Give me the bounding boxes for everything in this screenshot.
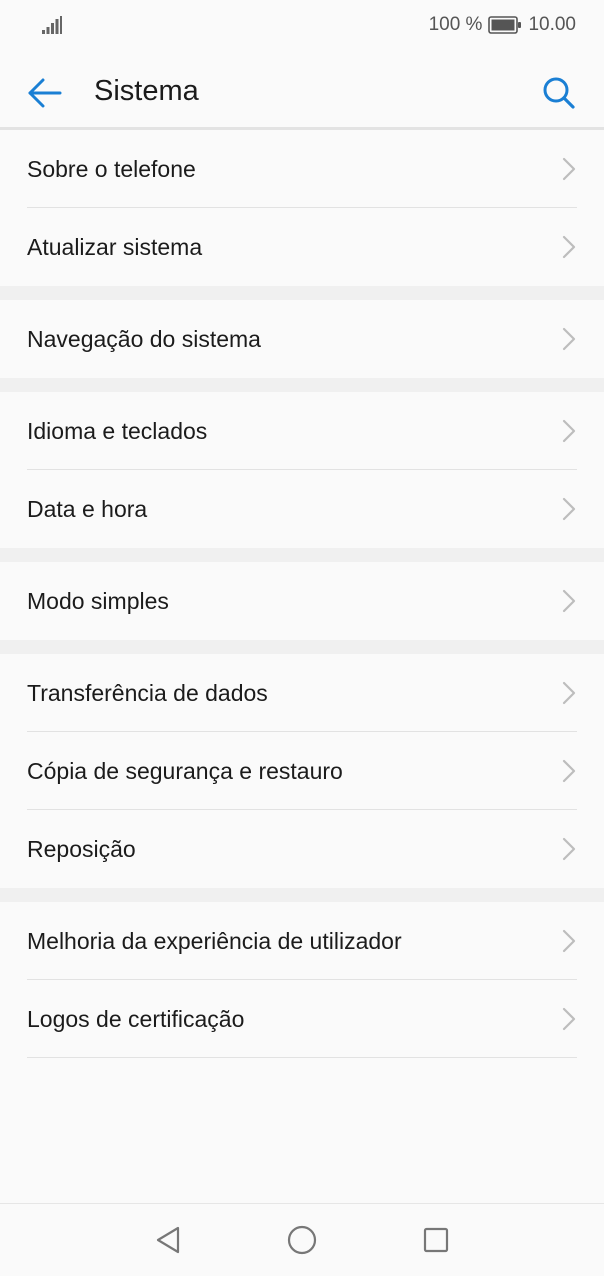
chevron-right-icon bbox=[562, 1007, 576, 1031]
chevron-right-icon bbox=[562, 929, 576, 953]
app-bar: Sistema bbox=[0, 56, 604, 128]
settings-group-2: Navegação do sistema bbox=[0, 300, 604, 378]
settings-list: Sobre o telefone Atualizar sistema Naveg… bbox=[0, 130, 604, 1058]
status-bar: 100 % 10.00 bbox=[0, 0, 604, 52]
chevron-right-icon bbox=[562, 497, 576, 521]
settings-group-5: Transferência de dados Cópia de seguranç… bbox=[0, 654, 604, 888]
arrow-left-icon bbox=[28, 78, 62, 108]
chevron-right-icon bbox=[562, 235, 576, 259]
back-triangle-icon bbox=[156, 1226, 180, 1254]
nav-home-button[interactable] bbox=[284, 1222, 320, 1258]
settings-group-4: Modo simples bbox=[0, 562, 604, 640]
status-time: 10.00 bbox=[528, 14, 576, 35]
group-gap bbox=[0, 378, 604, 392]
item-label: Idioma e teclados bbox=[27, 417, 208, 444]
group-gap bbox=[0, 548, 604, 562]
recents-square-icon bbox=[423, 1227, 449, 1253]
nav-bar bbox=[0, 1204, 604, 1276]
chevron-right-icon bbox=[562, 157, 576, 181]
item-label: Sobre o telefone bbox=[27, 155, 196, 182]
item-label: Atualizar sistema bbox=[27, 233, 203, 260]
search-icon bbox=[543, 77, 575, 109]
chevron-right-icon bbox=[562, 589, 576, 613]
status-right: 100 % 10.00 bbox=[429, 14, 576, 36]
item-navegacao-do-sistema[interactable]: Navegação do sistema bbox=[0, 300, 604, 378]
nav-back-button[interactable] bbox=[150, 1222, 186, 1258]
group-gap bbox=[0, 286, 604, 300]
item-atualizar-sistema[interactable]: Atualizar sistema bbox=[0, 208, 604, 286]
chevron-right-icon bbox=[562, 419, 576, 443]
item-label: Transferência de dados bbox=[27, 679, 268, 706]
chevron-right-icon bbox=[562, 837, 576, 861]
item-idioma-e-teclados[interactable]: Idioma e teclados bbox=[0, 392, 604, 470]
settings-group-1: Sobre o telefone Atualizar sistema bbox=[0, 130, 604, 286]
item-reposicao[interactable]: Reposição bbox=[0, 810, 604, 888]
chevron-right-icon bbox=[562, 759, 576, 783]
chevron-right-icon bbox=[562, 681, 576, 705]
settings-group-3: Idioma e teclados Data e hora bbox=[0, 392, 604, 548]
item-label: Data e hora bbox=[27, 495, 148, 522]
item-data-e-hora[interactable]: Data e hora bbox=[0, 470, 604, 548]
item-melhoria-da-experiencia[interactable]: Melhoria da experiência de utilizador bbox=[0, 902, 604, 980]
item-copia-de-seguranca-e-restauro[interactable]: Cópia de segurança e restauro bbox=[0, 732, 604, 810]
settings-group-6: Melhoria da experiência de utilizador Lo… bbox=[0, 902, 604, 1058]
battery-icon bbox=[488, 16, 522, 34]
divider bbox=[27, 1057, 577, 1058]
item-transferencia-de-dados[interactable]: Transferência de dados bbox=[0, 654, 604, 732]
chevron-right-icon bbox=[562, 327, 576, 351]
battery-percent: 100 % bbox=[428, 14, 483, 35]
nav-recents-button[interactable] bbox=[418, 1222, 454, 1258]
page-title: Sistema bbox=[94, 75, 199, 107]
back-button[interactable] bbox=[22, 70, 68, 116]
item-label: Navegação do sistema bbox=[27, 325, 261, 352]
item-sobre-o-telefone[interactable]: Sobre o telefone bbox=[0, 130, 604, 208]
item-modo-simples[interactable]: Modo simples bbox=[0, 562, 604, 640]
signal-icon bbox=[42, 16, 62, 34]
item-label: Cópia de segurança e restauro bbox=[27, 757, 343, 784]
item-label: Modo simples bbox=[27, 587, 169, 614]
home-circle-icon bbox=[287, 1225, 317, 1255]
group-gap bbox=[0, 640, 604, 654]
item-label: Reposição bbox=[27, 835, 136, 862]
item-label: Logos de certificação bbox=[27, 1005, 245, 1032]
item-label: Melhoria da experiência de utilizador bbox=[27, 927, 402, 954]
group-gap bbox=[0, 888, 604, 902]
screen: 100 % 10.00 Sistema Sobre o telefone Atu… bbox=[0, 0, 604, 1276]
item-logos-de-certificacao[interactable]: Logos de certificação bbox=[0, 980, 604, 1058]
search-button[interactable] bbox=[536, 70, 582, 116]
